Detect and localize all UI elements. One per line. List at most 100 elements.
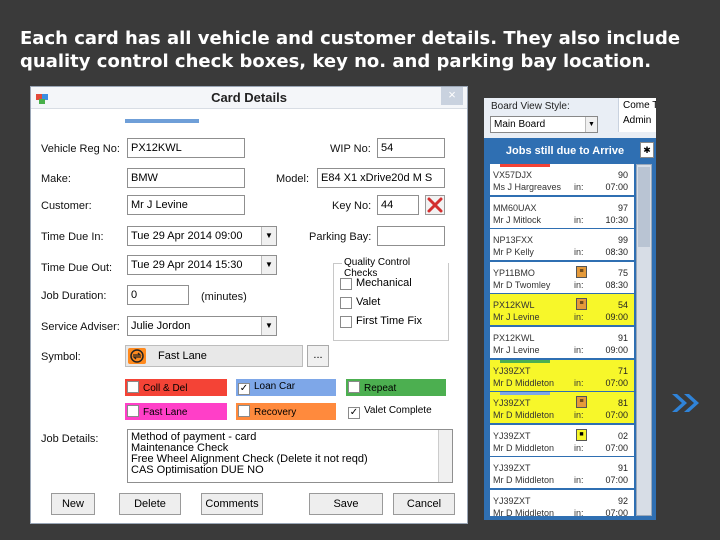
card-in-label: in:: [574, 475, 584, 486]
vehicle-card[interactable]: YP11BMO Mr D Twomley 75 in: 08:30 ≡: [490, 261, 634, 293]
card-customer: Mr D Middleton: [493, 442, 555, 453]
vehicle-card-list: VX57DJX Ms J Hargreaves 90 in: 07:00 MM60UAX M…: [490, 164, 634, 516]
fast-lane-checkbox[interactable]: [127, 405, 139, 417]
vehicle-card[interactable]: VX57DJX Ms J Hargreaves 90 in: 07:00: [490, 164, 634, 195]
card-in-label: in:: [574, 410, 584, 421]
category-valet-complete[interactable]: ✓ Valet Complete: [346, 403, 446, 420]
category-fast-lane[interactable]: Fast Lane: [125, 403, 227, 420]
vehicle-card[interactable]: MM60UAX Mr J Mitlock 97 in: 10:30: [490, 196, 634, 228]
delete-button[interactable]: Delete: [119, 493, 181, 515]
symbol-browse-button[interactable]: ...: [307, 345, 329, 367]
card-time: 10:30: [605, 214, 628, 225]
fast-lane-label: Fast Lane: [143, 407, 188, 418]
time-in-value: Tue 29 Apr 2014 09:00: [131, 230, 243, 242]
card-reg: NP13FXX: [493, 235, 534, 246]
job-details-textarea[interactable]: Method of payment - card Maintenance Che…: [127, 429, 453, 483]
side-menu-item[interactable]: Come Ti: [619, 98, 656, 113]
category-repeat[interactable]: Repeat: [346, 379, 446, 396]
symbol-value: Fast Lane: [158, 350, 207, 362]
vehicle-card[interactable]: PX12KWL Mr J Levine 54 in: 09:00 ≡: [490, 294, 634, 326]
card-customer: Mr D Middleton: [493, 410, 555, 421]
vehicle-reg-field[interactable]: PX12KWL: [127, 138, 245, 158]
comments-button[interactable]: Comments: [201, 493, 263, 515]
service-adviser-label: Service Adviser:: [41, 321, 120, 333]
time-in-dropdown-icon[interactable]: ▼: [261, 227, 276, 245]
card-reg: YJ39ZXT: [493, 495, 531, 506]
recovery-checkbox[interactable]: [238, 405, 250, 417]
card-customer: Mr J Mitlock: [493, 214, 541, 225]
mechanical-checkbox[interactable]: [340, 278, 352, 290]
card-wip: 91: [617, 463, 628, 474]
card-details-dialog: Card Details × Vehicle Reg No: PX12KWL W…: [30, 86, 468, 524]
valet-complete-label: Valet Complete: [364, 405, 432, 416]
new-button[interactable]: New: [51, 493, 95, 515]
time-out-picker[interactable]: Tue 29 Apr 2014 15:30 ▼: [127, 255, 277, 275]
job-details-scrollbar[interactable]: [438, 430, 452, 482]
close-button[interactable]: ×: [441, 87, 463, 105]
customer-field[interactable]: Mr J Levine: [127, 195, 245, 215]
vehicle-card[interactable]: YJ39ZXT Mr D Middleton 91 in: 07:00: [490, 457, 634, 489]
vehicle-card[interactable]: YJ39ZXT Mr D Middleton 81 in: 07:00 ≡: [490, 392, 634, 424]
symbol-selector[interactable]: Fast Lane: [125, 345, 303, 367]
card-time: 09:00: [605, 312, 628, 323]
board-view-style-select[interactable]: Main Board ▼: [490, 116, 598, 133]
job-details-label: Job Details:: [41, 433, 99, 445]
heading-line-1: Each card has all vehicle and customer d…: [20, 28, 681, 49]
job-duration-field[interactable]: 0: [127, 285, 189, 305]
board-view-dropdown-icon[interactable]: ▼: [585, 117, 597, 132]
card-in-label: in:: [574, 344, 584, 355]
category-coll-del[interactable]: Coll & Del: [125, 379, 227, 396]
category-strip: [500, 392, 550, 396]
valet-label: Valet: [356, 296, 381, 308]
time-out-dropdown-icon[interactable]: ▼: [261, 256, 276, 274]
clear-key-button[interactable]: [425, 195, 445, 215]
category-recovery[interactable]: Recovery: [236, 403, 336, 420]
time-out-label: Time Due Out:: [41, 262, 113, 274]
card-list-scrollbar[interactable]: [636, 164, 652, 516]
card-wip: 97: [617, 202, 628, 213]
side-menu-item[interactable]: Admin: [619, 113, 656, 128]
loan-car-checkbox[interactable]: ✓: [238, 383, 250, 395]
minutes-label: (minutes): [201, 291, 247, 303]
parking-bay-field[interactable]: [377, 226, 445, 246]
card-symbol-icon: ≡: [576, 265, 587, 278]
vehicle-card[interactable]: YJ39ZXT Mr D Middleton 02 in: 07:00 ■: [490, 424, 634, 456]
card-customer: Mr J Levine: [493, 344, 540, 355]
model-field[interactable]: E84 X1 xDrive20d M S: [317, 168, 445, 188]
card-reg: PX12KWL: [493, 332, 535, 343]
vehicle-card[interactable]: YJ39ZXT Mr D Middleton 71 in: 07:00: [490, 359, 634, 391]
save-button[interactable]: Save: [309, 493, 383, 515]
vehicle-card[interactable]: PX12KWL Mr J Levine 91 in: 09:00: [490, 326, 634, 358]
wip-label: WIP No:: [330, 143, 371, 155]
scroll-thumb[interactable]: [638, 167, 650, 247]
make-field[interactable]: BMW: [127, 168, 245, 188]
first-time-fix-checkbox[interactable]: [340, 316, 352, 328]
customer-label: Customer:: [41, 200, 92, 212]
card-customer: Mr P Kelly: [493, 247, 534, 258]
category-loan-car[interactable]: ✓ Loan Car: [236, 379, 336, 396]
card-symbol-icon: ■: [576, 428, 587, 441]
service-adviser-dropdown-icon[interactable]: ▼: [261, 317, 276, 335]
card-wip: 92: [617, 495, 628, 506]
wip-field[interactable]: 54: [377, 138, 445, 158]
valet-complete-checkbox[interactable]: ✓: [348, 407, 360, 419]
valet-checkbox[interactable]: [340, 297, 352, 309]
vehicle-card[interactable]: YJ39ZXT Mr D Middleton 92 in: 07:00: [490, 489, 634, 516]
service-adviser-select[interactable]: Julie Jordon ▼: [127, 316, 277, 336]
symbol-label: Symbol:: [41, 351, 81, 363]
card-time: 09:00: [605, 344, 628, 355]
card-in-label: in:: [574, 214, 584, 225]
card-time: 08:30: [605, 247, 628, 258]
card-in-label: in:: [574, 182, 584, 192]
card-customer: Mr D Middleton: [493, 475, 555, 486]
repeat-checkbox[interactable]: [348, 381, 360, 393]
loan-car-label: Loan Car: [254, 381, 296, 392]
cancel-button[interactable]: Cancel: [393, 493, 455, 515]
pin-icon[interactable]: ✱: [640, 142, 654, 158]
coll-del-checkbox[interactable]: [127, 381, 139, 393]
key-no-field[interactable]: 44: [377, 195, 419, 215]
card-reg: YJ39ZXT: [493, 430, 531, 441]
vehicle-card[interactable]: NP13FXX Mr P Kelly 99 in: 08:30: [490, 229, 634, 261]
double-chevron-right-icon: [672, 394, 699, 412]
time-in-picker[interactable]: Tue 29 Apr 2014 09:00 ▼: [127, 226, 277, 246]
